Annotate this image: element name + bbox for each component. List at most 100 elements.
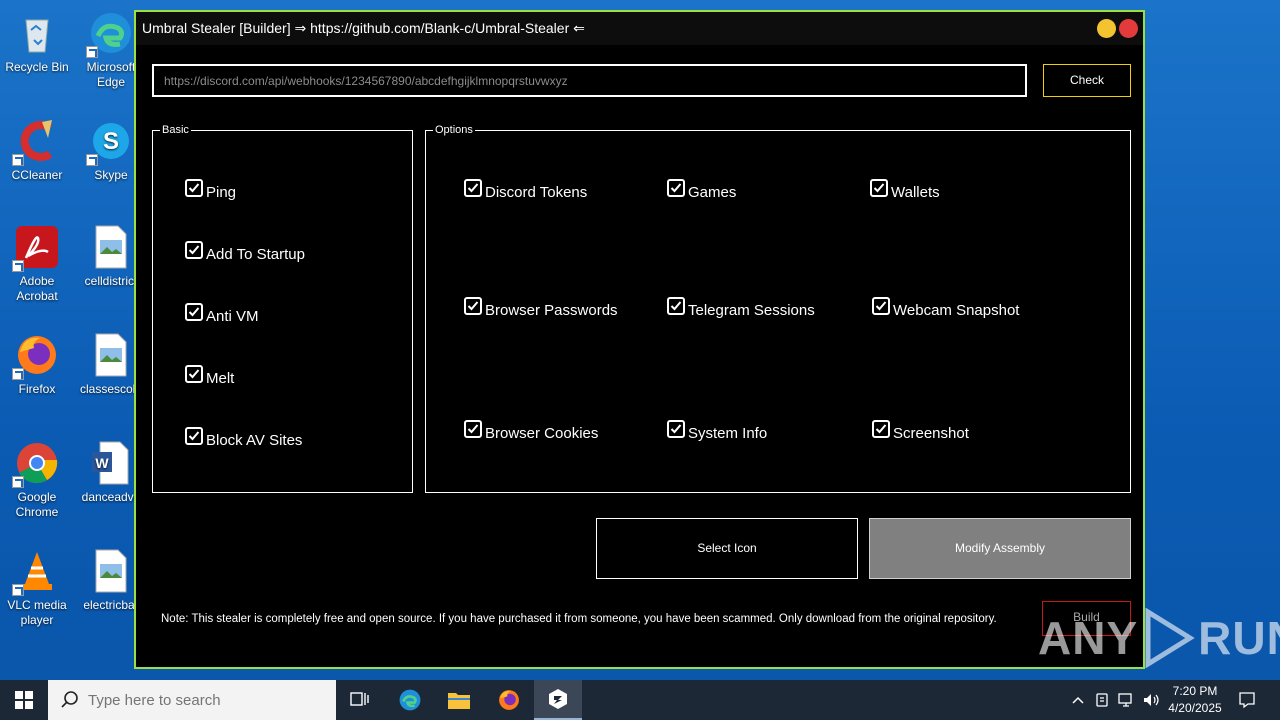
tray-volume-button[interactable] (1140, 680, 1162, 720)
desktop-icon-label: celldistrict (84, 274, 138, 288)
options-group: Options Discord Tokens Games Wallets Bro… (425, 123, 1131, 493)
desktop-icon-label: VLC media player (7, 598, 67, 627)
firefox-icon (12, 332, 60, 380)
taskbar-clock[interactable]: 7:20 PM 4/20/2025 (1164, 683, 1226, 717)
acrobat-icon (12, 224, 60, 272)
checkbox-discord-tokens[interactable]: Discord Tokens (464, 179, 587, 201)
taskbar-search[interactable] (48, 680, 336, 720)
checkbox-telegram-sessions[interactable]: Telegram Sessions (667, 297, 815, 319)
checkbox-check-icon (185, 241, 203, 259)
taskbar-edge[interactable] (386, 680, 434, 720)
tray-overflow-button[interactable] (1068, 680, 1088, 720)
taskbar-firefox[interactable] (485, 680, 533, 720)
checkbox-check-icon (667, 179, 685, 197)
umbral-app-icon (549, 689, 567, 709)
checkbox-webcam-snapshot[interactable]: Webcam Snapshot (872, 297, 1019, 319)
checkbox-label: Wallets (891, 183, 940, 201)
taskbar-umbral-builder[interactable] (534, 680, 582, 720)
desktop-icon-ccleaner[interactable]: CCleaner (0, 118, 74, 183)
image-file-icon (88, 548, 134, 594)
notification-icon (1239, 692, 1255, 709)
desktop-icon-label: classescolo (79, 382, 143, 396)
taskbar-file-explorer[interactable] (435, 680, 483, 720)
modify-assembly-button[interactable]: Modify Assembly (869, 518, 1131, 579)
volume-icon (1144, 694, 1159, 706)
checkbox-label: Block AV Sites (206, 431, 303, 449)
folder-icon (448, 693, 470, 709)
checkbox-check-icon (185, 303, 203, 321)
task-view-icon (350, 692, 369, 706)
window-titlebar[interactable]: Umbral Stealer [Builder] ⇒ https://githu… (136, 12, 1143, 45)
checkbox-label: Browser Cookies (485, 424, 599, 442)
tray-network-button[interactable] (1116, 680, 1138, 720)
word-document-icon: W (88, 440, 134, 486)
anyrun-watermark: ANY RUN (1038, 608, 1280, 668)
desktop-icon-label: CCleaner (11, 168, 63, 182)
builder-window: Umbral Stealer [Builder] ⇒ https://githu… (134, 10, 1145, 669)
tray-device-button[interactable] (1092, 680, 1112, 720)
checkbox-check-icon (464, 420, 482, 438)
checkbox-anti-vm[interactable]: Anti VM (185, 303, 259, 325)
desktop-icon-acrobat[interactable]: Adobe Acrobat (0, 224, 74, 304)
checkbox-block-av-sites[interactable]: Block AV Sites (185, 427, 303, 449)
search-input[interactable] (88, 691, 328, 709)
task-view-button[interactable] (336, 680, 384, 720)
close-button[interactable] (1119, 19, 1138, 38)
options-group-legend: Options (433, 123, 475, 137)
note-text: Note: This stealer is completely free an… (161, 613, 997, 625)
search-icon (61, 691, 78, 708)
desktop-icon-label: Microsoft Edge (86, 60, 136, 89)
check-button[interactable]: Check (1043, 64, 1131, 97)
checkbox-games[interactable]: Games (667, 179, 737, 201)
webhook-url-input[interactable] (152, 64, 1027, 97)
desktop-icon-chrome[interactable]: Google Chrome (0, 440, 74, 520)
checkbox-add-to-startup[interactable]: Add To Startup (185, 241, 305, 263)
watermark-left-text: ANY (1038, 612, 1139, 664)
minimize-button[interactable] (1097, 19, 1116, 38)
select-icon-button[interactable]: Select Icon (596, 518, 858, 579)
desktop-icon-label: electricbar (83, 598, 139, 612)
checkbox-check-icon (185, 365, 203, 383)
checkbox-wallets[interactable]: Wallets (870, 179, 940, 201)
notifications-button[interactable] (1234, 680, 1260, 720)
desktop-icon-label: danceadve (81, 490, 141, 504)
checkbox-label: Browser Passwords (485, 301, 618, 319)
device-icon (1096, 693, 1108, 707)
windows-logo-icon (15, 691, 33, 709)
checkbox-ping[interactable]: Ping (185, 179, 237, 201)
checkbox-label: Games (688, 183, 737, 201)
checkbox-melt[interactable]: Melt (185, 365, 235, 387)
desktop-icon-recycle-bin[interactable]: Recycle Bin (0, 10, 74, 75)
checkbox-check-icon (870, 179, 888, 197)
recycle-bin-icon (14, 10, 60, 56)
svg-text:W: W (95, 455, 109, 471)
checkbox-browser-cookies[interactable]: Browser Cookies (464, 420, 599, 442)
checkbox-label: System Info (688, 424, 768, 442)
desktop-icon-firefox[interactable]: Firefox (0, 332, 74, 397)
image-file-icon (88, 224, 134, 270)
checkbox-check-icon (667, 297, 685, 315)
basic-group: Basic Ping Add To Startup Anti VM Melt B… (152, 123, 413, 493)
ccleaner-icon (12, 118, 60, 166)
checkbox-browser-passwords[interactable]: Browser Passwords (464, 297, 618, 319)
checkbox-check-icon (464, 179, 482, 197)
play-icon (1145, 608, 1195, 668)
skype-icon: S (86, 118, 134, 166)
vlc-icon (12, 548, 60, 596)
chevron-up-icon (1072, 696, 1084, 704)
checkbox-screenshot[interactable]: Screenshot (872, 420, 969, 442)
firefox-icon (499, 690, 519, 710)
edge-icon (399, 689, 421, 711)
checkbox-system-info[interactable]: System Info (667, 420, 768, 442)
checkbox-label: Melt (206, 369, 235, 387)
clock-time: 7:20 PM (1172, 684, 1218, 698)
desktop-icon-label: Skype (94, 168, 128, 182)
checkbox-label: Ping (206, 183, 237, 201)
svg-text:S: S (103, 128, 119, 155)
chrome-icon (12, 440, 60, 488)
basic-group-legend: Basic (160, 123, 191, 137)
desktop-icon-vlc[interactable]: VLC media player (0, 548, 74, 628)
desktop-icon-label: Recycle Bin (5, 60, 69, 74)
start-button[interactable] (0, 680, 48, 720)
watermark-right-text: RUN (1198, 612, 1280, 664)
